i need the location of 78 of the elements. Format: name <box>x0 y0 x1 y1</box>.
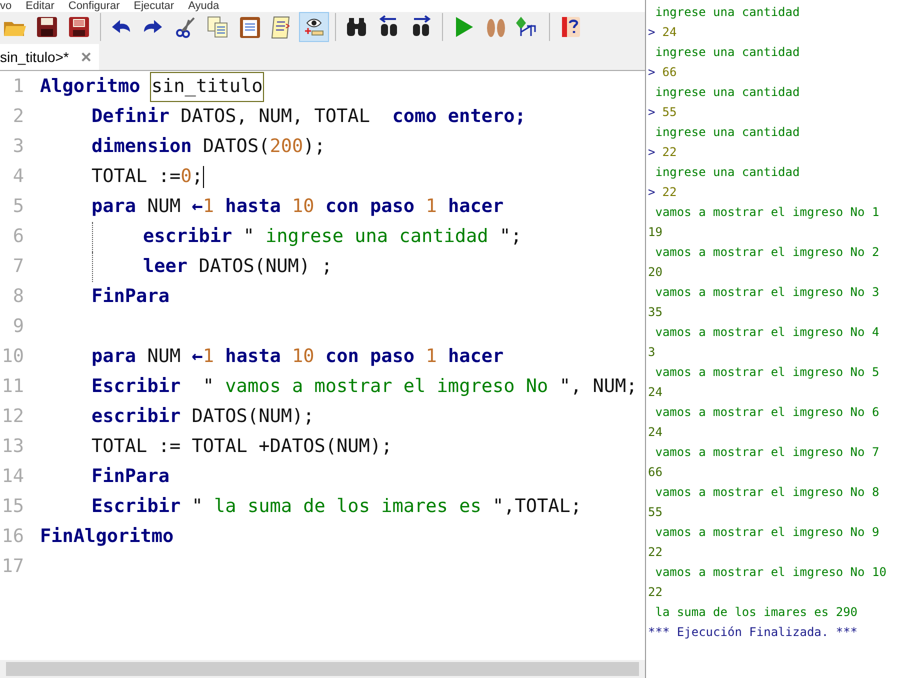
console-status: *** Ejecución Finalizada. *** <box>648 624 858 641</box>
line-number: 2 <box>12 105 24 130</box>
console-output: vamos a mostrar el imgreso No 1 <box>654 204 880 221</box>
console-output: vamos a mostrar el imgreso No 2 <box>654 244 880 261</box>
code-line: para NUM ←1 hasta 10 con paso 1 hacer <box>92 345 504 370</box>
console-output: vamos a mostrar el imgreso No 7 <box>654 444 880 461</box>
console-output: vamos a mostrar el imgreso No 5 <box>654 364 880 381</box>
line-number: 8 <box>12 285 24 310</box>
code-line: FinPara <box>92 465 170 490</box>
input-prompt: > <box>648 144 656 161</box>
code-line: Definir DATOS, NUM, TOTAL como entero; <box>92 105 526 130</box>
input-value: 66 <box>662 64 677 81</box>
input-prompt: > <box>648 184 656 201</box>
line-number: 1 <box>12 75 24 100</box>
line-number: 16 <box>0 525 24 550</box>
input-value: 55 <box>662 104 677 121</box>
code-line: Algoritmo sin_titulo <box>40 73 263 101</box>
console-output: 22 <box>648 584 662 601</box>
menu-item[interactable]: Ejecutar <box>134 0 174 12</box>
console-output: 20 <box>648 264 662 281</box>
editor-tab[interactable]: sin_titulo>* × <box>0 44 100 70</box>
console-output: 3 <box>648 344 656 361</box>
code-line: Escribir " vamos a mostrar el imgreso No ", NUM; <box>92 375 638 400</box>
code-line: TOTAL :=0; <box>92 165 204 190</box>
input-value: 24 <box>662 24 677 41</box>
line-number: 5 <box>12 195 24 220</box>
console-output: 35 <box>648 304 662 321</box>
line-number: 14 <box>0 465 24 490</box>
eye-icon[interactable] <box>299 12 329 42</box>
line-number: 12 <box>0 405 24 430</box>
input-prompt: > <box>648 104 656 121</box>
input-value: 22 <box>662 144 677 161</box>
horizontal-scrollbar[interactable] <box>0 660 645 678</box>
line-number: 6 <box>12 225 24 250</box>
line-number: 17 <box>0 555 24 580</box>
code-line: FinAlgoritmo <box>40 525 174 550</box>
line-number: 7 <box>12 255 24 280</box>
input-value: 22 <box>662 184 677 201</box>
menu-item[interactable]: Editar <box>26 0 54 12</box>
console-output: la suma de los imares es 290 <box>654 604 858 621</box>
console-output: vamos a mostrar el imgreso No 3 <box>654 284 880 301</box>
line-number: 9 <box>12 315 24 340</box>
close-tab-button[interactable]: × <box>80 48 92 66</box>
console-output: ingrese una cantidad <box>654 44 800 61</box>
input-prompt: > <box>648 64 656 81</box>
code-line: dimension DATOS(200); <box>92 135 326 160</box>
line-number: 11 <box>0 375 24 400</box>
line-number: 4 <box>12 165 24 190</box>
menu-item[interactable]: Ayuda <box>188 0 220 12</box>
input-prompt: > <box>648 24 656 41</box>
console-output: vamos a mostrar el imgreso No 9 <box>654 524 880 541</box>
console-output: 19 <box>648 224 662 241</box>
line-number: 15 <box>0 495 24 520</box>
line-number: 13 <box>0 435 24 460</box>
code-line: escribir " ingrese una cantidad "; <box>143 225 522 250</box>
line-number: 3 <box>12 135 24 160</box>
console-output: 24 <box>648 424 662 441</box>
console-output: ingrese una cantidad <box>654 4 800 21</box>
menu-item[interactable]: vo <box>0 0 12 12</box>
code-line: escribir DATOS(NUM); <box>92 405 314 430</box>
menu-item[interactable]: Configurar <box>68 0 120 12</box>
console-output: ingrese una cantidad <box>654 124 800 141</box>
code-line: FinPara <box>92 285 170 310</box>
console-output: 24 <box>648 384 662 401</box>
code-line: para NUM ←1 hasta 10 con paso 1 hacer <box>92 195 504 220</box>
console-output: ingrese una cantidad <box>654 164 800 181</box>
console-output: vamos a mostrar el imgreso No 8 <box>654 484 880 501</box>
console-output: 55 <box>648 504 662 521</box>
code-line: TOTAL := TOTAL +DATOS(NUM); <box>92 435 392 460</box>
line-number: 10 <box>0 345 24 370</box>
code-line: Escribir " la suma de los imares es ",TOTAL; <box>92 495 582 520</box>
console-output: 66 <box>648 464 662 481</box>
console-output: vamos a mostrar el imgreso No 6 <box>654 404 880 421</box>
console-output: vamos a mostrar el imgreso No 10 <box>654 564 886 581</box>
console-output: ingrese una cantidad <box>654 84 800 101</box>
code-line: leer DATOS(NUM) ; <box>143 255 332 280</box>
console-output: 22 <box>648 544 662 561</box>
console-output: vamos a mostrar el imgreso No 4 <box>654 324 880 341</box>
